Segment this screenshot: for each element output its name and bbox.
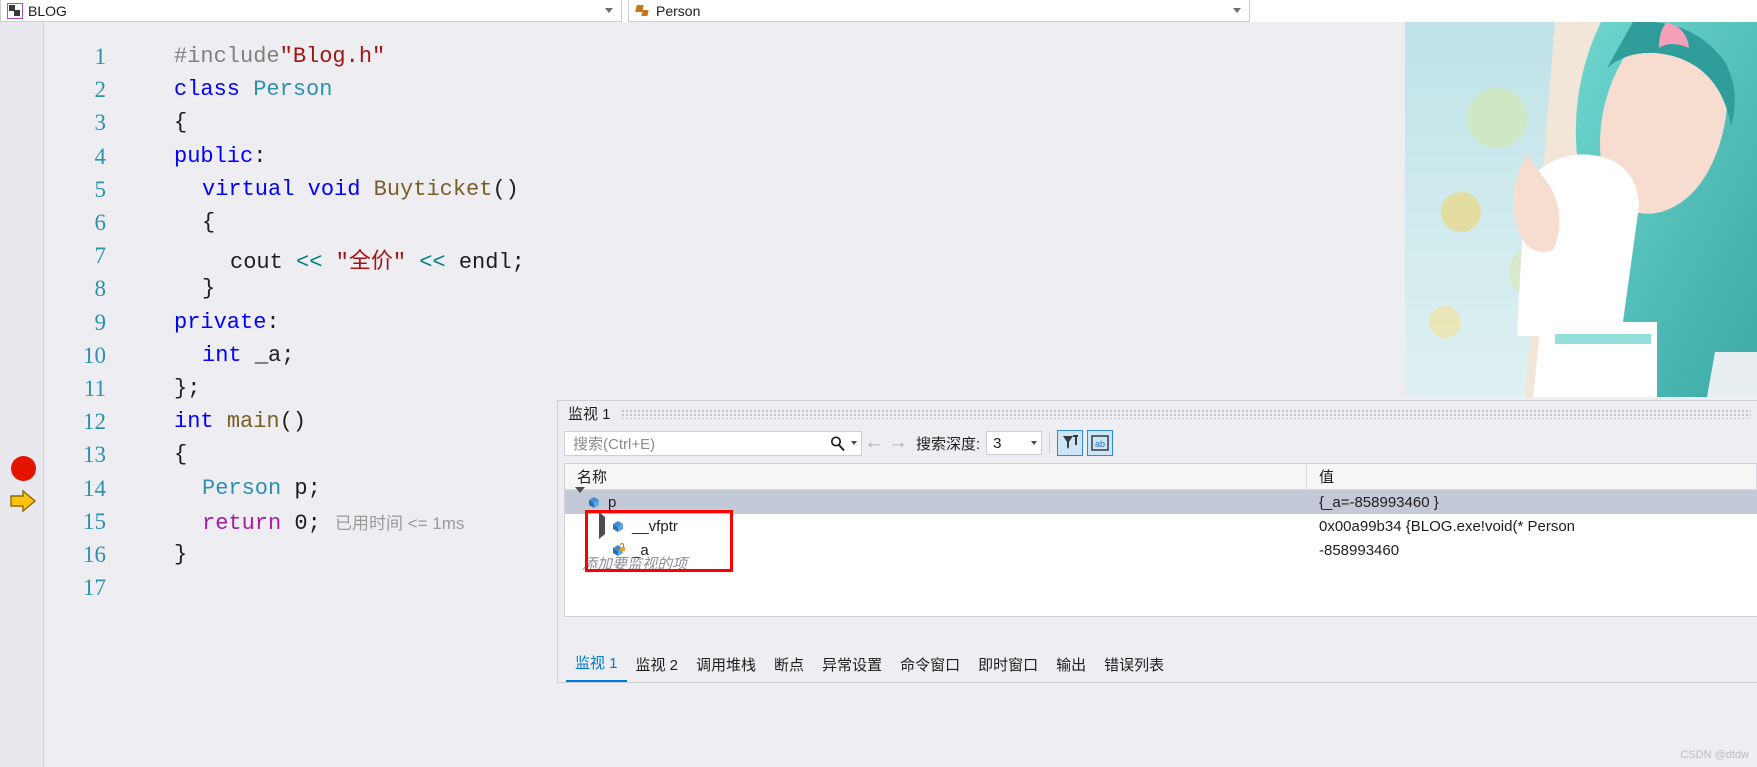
tab-5[interactable]: 命令窗口 [891, 650, 969, 682]
code-line-text: class Person [174, 77, 333, 103]
code-line-text: #include"Blog.h" [174, 44, 386, 69]
object-cube-icon [587, 495, 602, 509]
watch-row-name-cell[interactable]: p [565, 487, 1307, 511]
line-number: 13 [83, 442, 106, 468]
member-scope-combobox[interactable]: Person [628, 0, 1250, 22]
line-number: 1 [94, 44, 107, 69]
line-number: 6 [94, 210, 107, 235]
tab-6[interactable]: 即时窗口 [969, 650, 1047, 682]
table-row[interactable]: __vfptr 0x00a99b34 {BLOG.exe!void(* Perso… [565, 512, 1757, 539]
code-line-text: { [174, 442, 188, 468]
code-line-text: } [174, 542, 188, 567]
code-line-text: int _a; [202, 342, 295, 368]
code-line-text: { [202, 210, 216, 235]
editor-navigation-bar: BLOG Person [0, 0, 1757, 22]
search-previous-button[interactable]: ← [862, 432, 886, 454]
chevron-down-icon[interactable] [1233, 8, 1241, 13]
toolbar-separator [1049, 433, 1051, 453]
watch-toolbar[interactable]: 搜索(Ctrl+E) ← → 搜索深度: 3 ab [558, 426, 1757, 460]
search-depth-value: 3 [993, 434, 1002, 452]
tab-7[interactable]: 输出 [1047, 650, 1095, 682]
line-number: 2 [94, 77, 107, 103]
breakpoint-icon[interactable] [11, 456, 36, 481]
watch-variable-value[interactable]: {_a=-858993460 } [1307, 494, 1757, 511]
line-number: 5 [94, 176, 107, 202]
line-number: 3 [94, 110, 107, 136]
drag-handle[interactable] [620, 408, 1751, 419]
svg-text:ab: ab [1095, 439, 1105, 449]
search-next-button[interactable]: → [886, 432, 910, 454]
code-line-text: public: [174, 143, 267, 169]
line-number: 14 [83, 475, 106, 501]
tab-1[interactable]: 监视 2 [627, 650, 688, 682]
watch-variable-value[interactable]: -858993460 [1307, 542, 1757, 559]
watermark-label: CSDN @dtdw [1680, 749, 1749, 761]
code-line-text: Person p; [202, 475, 321, 501]
watch-table[interactable]: 名称 值 p {_a=-858993460 } __vfptr 0x00a99b34 … [564, 463, 1757, 617]
search-depth-label: 搜索深度: [916, 435, 981, 453]
project-scope-combobox[interactable]: BLOG [0, 0, 622, 22]
search-icon[interactable] [829, 435, 846, 452]
line-number: 4 [94, 143, 107, 169]
watch-window[interactable]: 监视 1 搜索(Ctrl+E) ← → 搜索深度: 3 ab 名称 值 p {_… [557, 400, 1757, 683]
search-placeholder: 搜索(Ctrl+E) [573, 435, 656, 453]
code-line-text: cout << "全价" << endl; [230, 250, 525, 276]
table-row[interactable]: _a -858993460 [565, 538, 1757, 562]
breakpoint-gutter[interactable] [0, 22, 44, 767]
watch-table-header: 名称 值 [565, 464, 1757, 490]
current-statement-arrow-icon [10, 489, 36, 513]
member-scope-label: Person [656, 2, 701, 19]
table-row[interactable]: p {_a=-858993460 } [565, 487, 1757, 514]
line-number: 16 [83, 542, 106, 567]
line-number: 9 [94, 309, 107, 335]
code-line-text: } [202, 276, 216, 302]
code-line-text: { [174, 110, 188, 136]
hex-display-icon: ab [1091, 435, 1109, 451]
watch-window-title: 监视 1 [568, 406, 611, 423]
background-image [1405, 22, 1757, 397]
annotation-highlight-box [585, 510, 733, 572]
line-number: 8 [94, 276, 107, 302]
line-number: 15 [83, 508, 106, 534]
line-number: 10 [83, 342, 106, 368]
column-header-name[interactable]: 名称 [565, 464, 1307, 489]
watch-variable-value[interactable]: 0x00a99b34 {BLOG.exe!void(* Person [1307, 518, 1757, 535]
tab-3[interactable]: 断点 [765, 650, 813, 682]
line-number: 17 [83, 575, 106, 601]
filter-pin-button[interactable] [1057, 430, 1084, 456]
tab-2[interactable]: 调用堆栈 [687, 650, 765, 682]
tab-4[interactable]: 异常设置 [813, 650, 891, 682]
tab-8[interactable]: 错误列表 [1095, 650, 1173, 682]
watch-window-header: 监视 1 [558, 401, 1757, 426]
hex-display-button[interactable]: ab [1087, 430, 1114, 456]
code-line-text: int main() [174, 409, 307, 435]
code-line-text: return 0; 已用时间 <= 1ms [202, 510, 465, 536]
search-options-chevron-down-icon[interactable] [851, 441, 857, 445]
column-header-value[interactable]: 值 [1307, 464, 1757, 489]
code-line-text: private: [174, 309, 280, 335]
code-line-text: }; [174, 376, 201, 401]
code-line-text: virtual void Buyticket() [202, 176, 519, 202]
line-number: 7 [94, 243, 107, 269]
tab-0[interactable]: 监视 1 [566, 648, 627, 682]
pin-filter-icon [1063, 435, 1079, 449]
search-depth-select[interactable]: 3 [986, 431, 1043, 455]
project-scope-label: BLOG [28, 2, 67, 19]
class-member-icon [635, 3, 651, 19]
watch-variable-name: p [608, 493, 617, 511]
chevron-down-icon[interactable] [605, 8, 613, 13]
expander-collapse-icon[interactable] [575, 487, 587, 511]
elapsed-time-annotation: 已用时间 <= 1ms [320, 513, 465, 533]
class-selector-icon [7, 2, 23, 19]
line-number: 12 [83, 409, 106, 435]
search-input[interactable]: 搜索(Ctrl+E) [564, 430, 862, 456]
debug-tool-window-tabs[interactable]: 监视 1 监视 2 调用堆栈 断点 异常设置 命令窗口 即时窗口 输出 错误列表 [558, 650, 1757, 682]
chevron-down-icon[interactable] [1031, 441, 1038, 445]
line-number: 11 [83, 376, 106, 401]
